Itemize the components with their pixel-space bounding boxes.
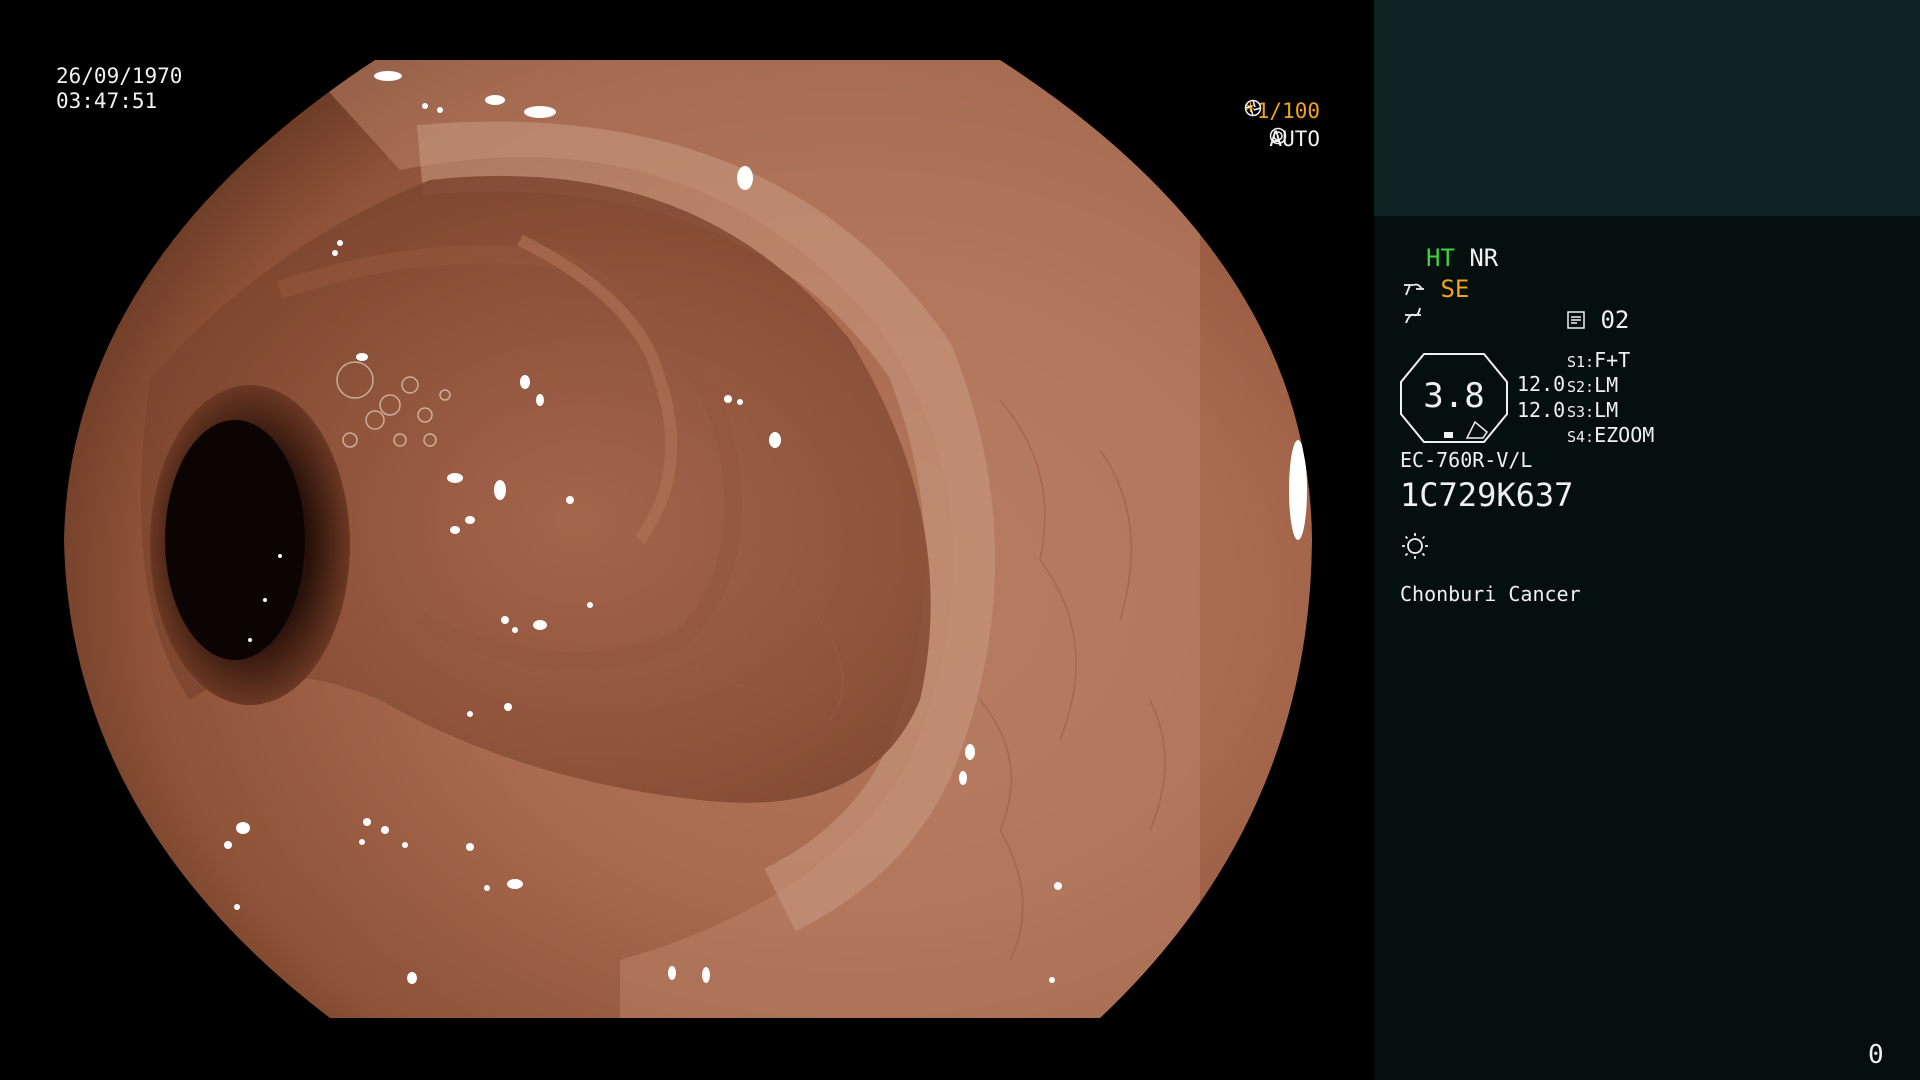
memory-card-icon (1566, 306, 1600, 334)
switch-s3: S3:LM (1567, 398, 1619, 422)
info-panel: HT NR SE 02 3.8 12.0 12.0 S1:F+T S2:LM S… (1374, 0, 1920, 1080)
iris-readout: AUTO (1269, 127, 1320, 152)
endoscopic-image: 26/09/1970 03:47:51 *1/100 AUTO (0, 0, 1374, 1080)
switch-s4: S4:EZOOM (1567, 423, 1655, 447)
gauge-line1: 12.0 (1517, 372, 1566, 396)
zoom-gauge: 3.8 (1399, 352, 1509, 444)
sun-icon (1400, 530, 1430, 566)
exam-date: 26/09/1970 (56, 64, 183, 88)
shutter-readout: *1/100 (1244, 99, 1320, 124)
switch-s2: S2:LM (1567, 373, 1619, 397)
mode-row: HT NR (1426, 244, 1498, 272)
nr-indicator: NR (1469, 244, 1499, 272)
ht-indicator: HT (1426, 244, 1455, 272)
contrast-icon (1402, 305, 1424, 333)
institution-name: Chonburi Cancer (1400, 582, 1581, 606)
se-indicator: SE (1440, 275, 1470, 303)
memory-value: 02 (1600, 306, 1630, 334)
switch-s1: S1:F+T (1567, 348, 1631, 372)
enhancement-icon (1402, 275, 1440, 303)
memory-row: 02 (1566, 306, 1629, 334)
scope-serial: 1C729K637 (1400, 476, 1574, 514)
gauge-line2: 12.0 (1517, 398, 1566, 422)
scope-model: EC-760R-V/L (1400, 448, 1533, 472)
patient-info-area (1374, 0, 1920, 216)
colon-mucosa-image (64, 60, 1312, 1018)
gauge-value: 3.8 (1423, 376, 1485, 416)
exam-time: 03:47:51 (56, 89, 158, 113)
se-row: SE (1402, 275, 1469, 303)
frame-counter: 0 (1868, 1040, 1884, 1070)
